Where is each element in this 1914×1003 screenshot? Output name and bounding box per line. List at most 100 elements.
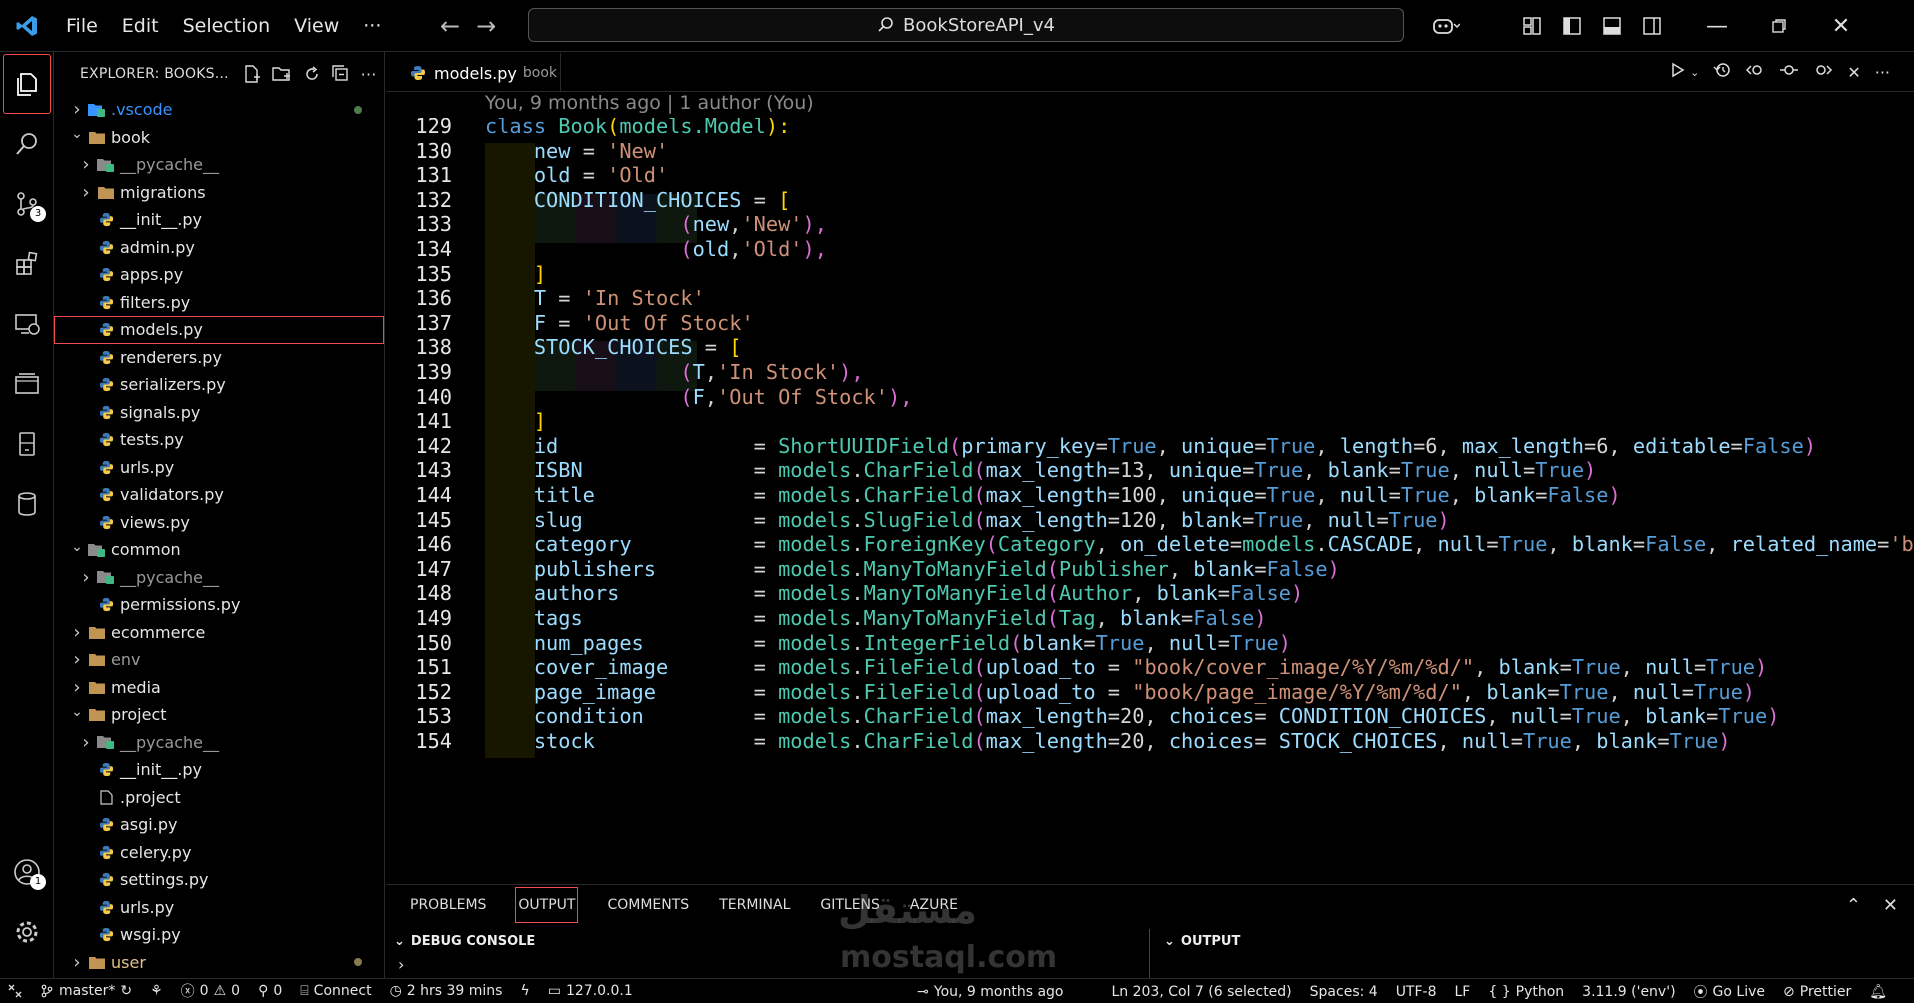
folder-env[interactable]: › env xyxy=(54,646,384,674)
back-arrow-icon[interactable]: ← xyxy=(440,12,460,40)
folder-pycache[interactable]: › __pycache__ xyxy=(54,151,384,179)
code-line[interactable]: 129 class Book(models.Model): xyxy=(386,118,1914,139)
code-line[interactable]: 150 num_pages = models.IntegerField(blan… xyxy=(386,631,1914,656)
new-file-icon[interactable] xyxy=(243,65,261,83)
menu-edit[interactable]: Edit xyxy=(110,0,171,52)
lightning-icon[interactable]: ϟ xyxy=(511,983,538,999)
git-branch[interactable]: master* ↻ xyxy=(31,983,141,999)
file-urls-py[interactable]: urls.py xyxy=(54,894,384,922)
console-prompt-icon[interactable]: › xyxy=(398,955,404,974)
code-line[interactable]: 139 (T,'In Stock'), xyxy=(386,360,1914,385)
code-line[interactable]: 131 old = 'Old' xyxy=(386,163,1914,188)
code-line[interactable]: 130 new = 'New' xyxy=(386,139,1914,164)
code-line[interactable]: 144 title = models.CharField(max_length=… xyxy=(386,483,1914,508)
folder-pycache[interactable]: › __pycache__ xyxy=(54,729,384,757)
close-panel-icon[interactable]: ✕ xyxy=(1883,895,1898,916)
code-line[interactable]: 143 ISBN = models.CharField(max_length=1… xyxy=(386,458,1914,483)
file-tests-py[interactable]: tests.py xyxy=(54,426,384,454)
output-section[interactable]: ⌄ OUTPUT xyxy=(1164,929,1240,953)
file-celery-py[interactable]: celery.py xyxy=(54,839,384,867)
code-line[interactable]: 132 CONDITION_CHOICES = [ xyxy=(386,188,1914,213)
copilot-icon[interactable] xyxy=(1420,0,1472,52)
code-line[interactable]: 145 slug = models.SlugField(max_length=1… xyxy=(386,508,1914,533)
extensions-icon[interactable] xyxy=(0,234,54,294)
prettier-status[interactable]: ⊘ Prettier xyxy=(1774,984,1860,1000)
code-line[interactable]: 146 category = models.ForeignKey(Categor… xyxy=(386,532,1914,557)
python-interpreter[interactable]: 3.11.9 ('env') xyxy=(1573,984,1684,1000)
commit-icon[interactable] xyxy=(1779,61,1799,83)
file-asgi-py[interactable]: asgi.py xyxy=(54,811,384,839)
menu-selection[interactable]: Selection xyxy=(171,0,283,52)
code-line[interactable]: 137 F = 'Out Of Stock' xyxy=(386,311,1914,336)
toggle-panel-icon[interactable] xyxy=(1592,0,1632,52)
run-dropdown-chevron-icon[interactable]: ⌄ xyxy=(1690,66,1699,79)
file-admin-py[interactable]: admin.py xyxy=(54,234,384,262)
time-tracker[interactable]: ◷ 2 hrs 39 mins xyxy=(381,983,512,999)
connect-button[interactable]: ⌸ Connect xyxy=(291,983,380,999)
end-of-line[interactable]: LF xyxy=(1446,984,1480,1000)
code-line[interactable]: 142 id = ShortUUIDField(primary_key=True… xyxy=(386,434,1914,459)
file-project[interactable]: .project xyxy=(54,784,384,812)
customize-layout-icon[interactable] xyxy=(1512,0,1552,52)
code-editor[interactable]: 129 class Book(models.Model): 130 new = 'N… xyxy=(386,118,1914,884)
folder-project[interactable]: ⌄ project xyxy=(54,701,384,729)
forward-arrow-icon[interactable]: → xyxy=(476,12,496,40)
code-line[interactable]: 134 (old,'Old'), xyxy=(386,237,1914,262)
git-graph-icon[interactable]: ⚘ xyxy=(141,983,172,999)
go-live-button[interactable]: ⦿ Go Live xyxy=(1685,982,1774,1002)
file-serializers-py[interactable]: serializers.py xyxy=(54,371,384,399)
account-icon[interactable]: 1 xyxy=(0,842,54,902)
code-line[interactable]: 138 STOCK_CHOICES = [ xyxy=(386,335,1914,360)
menu-more[interactable]: ··· xyxy=(351,0,393,52)
code-line[interactable]: 133 (new,'New'), xyxy=(386,212,1914,237)
search-view-icon[interactable] xyxy=(0,114,54,174)
panel-divider[interactable] xyxy=(1149,929,1150,979)
folder-vscode[interactable]: › .vscode xyxy=(54,96,384,124)
panel-tab-comments[interactable]: COMMENTS xyxy=(607,888,689,922)
restore-button[interactable] xyxy=(1748,0,1810,52)
remote-indicator-icon[interactable] xyxy=(0,984,31,998)
settings-gear-icon[interactable] xyxy=(0,902,54,962)
more-actions-icon[interactable]: ··· xyxy=(361,65,377,84)
folder-migrations[interactable]: › migrations xyxy=(54,179,384,207)
collapse-all-icon[interactable] xyxy=(331,65,350,83)
database-icon[interactable] xyxy=(0,474,54,534)
file-init-py[interactable]: __init__.py xyxy=(54,756,384,784)
more-editor-actions-icon[interactable]: ··· xyxy=(1875,63,1890,82)
codelens-blame[interactable]: You, 9 months ago | 1 author (You) xyxy=(485,92,814,118)
source-control-icon[interactable]: 3 xyxy=(0,174,54,234)
folder-ecommerce[interactable]: › ecommerce xyxy=(54,619,384,647)
testing-icon[interactable] xyxy=(0,354,54,414)
code-line[interactable]: 136 T = 'In Stock' xyxy=(386,286,1914,311)
panel-tab-output[interactable]: OUTPUT xyxy=(515,887,579,923)
debug-console-section[interactable]: ⌄ DEBUG CONSOLE xyxy=(394,929,535,953)
problems-indicator[interactable]: ⓧ 0 ⚠ 0 xyxy=(172,981,249,1001)
previous-change-icon[interactable] xyxy=(1745,61,1765,83)
new-folder-icon[interactable] xyxy=(271,65,292,83)
next-change-icon[interactable] xyxy=(1813,61,1833,83)
timeline-history-icon[interactable] xyxy=(1713,61,1731,83)
close-tab-icon[interactable]: ✕ xyxy=(1847,63,1860,82)
folder-user[interactable]: › user xyxy=(54,949,384,977)
file-permissions-py[interactable]: permissions.py xyxy=(54,591,384,619)
menu-file[interactable]: File xyxy=(54,0,110,52)
notifications-bell-icon[interactable]: 🔔︎ xyxy=(1860,984,1896,1000)
code-line[interactable]: 147 publishers = models.ManyToManyField(… xyxy=(386,557,1914,582)
file-settings-py[interactable]: settings.py xyxy=(54,866,384,894)
explorer-icon[interactable] xyxy=(3,54,51,114)
ports-indicator[interactable]: ⚲ 0 xyxy=(249,983,291,999)
file-init-py[interactable]: __init__.py xyxy=(54,206,384,234)
indentation[interactable]: Spaces: 4 xyxy=(1301,984,1387,1000)
refresh-icon[interactable] xyxy=(303,65,321,83)
code-line[interactable]: 148 authors = models.ManyToManyField(Aut… xyxy=(386,581,1914,606)
cursor-position[interactable]: Ln 203, Col 7 (6 selected) xyxy=(1102,984,1300,1000)
file-renderers-py[interactable]: renderers.py xyxy=(54,344,384,372)
code-line[interactable]: 135 ] xyxy=(386,262,1914,287)
file-apps-py[interactable]: apps.py xyxy=(54,261,384,289)
code-line[interactable]: 152 page_image = models.FileField(upload… xyxy=(386,680,1914,705)
file-validators-py[interactable]: validators.py xyxy=(54,481,384,509)
folder-pycache[interactable]: › __pycache__ xyxy=(54,564,384,592)
folder-media[interactable]: › media xyxy=(54,674,384,702)
language-mode[interactable]: { } Python xyxy=(1479,984,1573,1000)
blame-status[interactable]: ⊸ You, 9 months ago xyxy=(908,984,1072,1000)
